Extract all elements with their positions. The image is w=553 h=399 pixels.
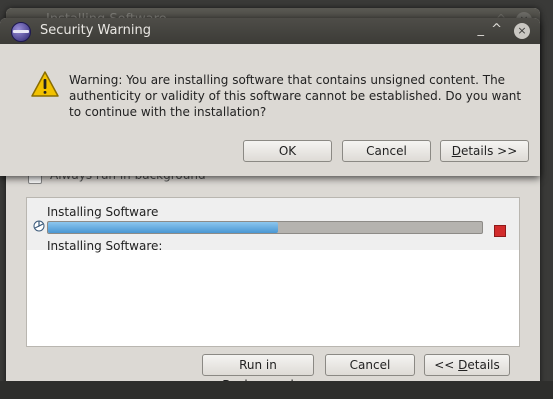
run-in-background-label-pre: Run in	[239, 358, 277, 372]
progress-panel: Installing Software Installing Software:	[26, 197, 520, 347]
stop-icon[interactable]	[494, 225, 506, 237]
dialog-title: Security Warning	[40, 23, 151, 38]
dialog-close-button[interactable]: ×	[514, 23, 530, 39]
dialog-details-label-post: etails >>	[460, 144, 518, 158]
progress-task-row: Installing Software Installing Software:	[27, 198, 519, 253]
dialog-maximize-button[interactable]: ^	[491, 22, 502, 37]
warning-triangle-icon	[31, 71, 59, 97]
dialog-details-button[interactable]: Details >>	[440, 140, 529, 162]
bg-details-button[interactable]: << Details	[424, 354, 510, 376]
dialog-cancel-button[interactable]: Cancel	[342, 140, 431, 162]
bg-details-label-pre: <<	[434, 358, 459, 372]
dialog-details-mnemonic: D	[451, 144, 461, 158]
task-title: Installing Software	[47, 205, 159, 219]
dialog-titlebar: Security Warning _ ^ ×	[0, 18, 540, 44]
eclipse-app-icon	[11, 22, 31, 42]
install-progress-fill	[48, 222, 279, 233]
spinner-icon	[33, 220, 45, 232]
task-detail: Installing Software:	[47, 239, 163, 253]
desktop-bottom-strip	[0, 381, 553, 399]
run-in-background-button[interactable]: Run in Background	[202, 354, 314, 392]
dialog-minimize-button[interactable]: _	[478, 22, 485, 37]
ok-button[interactable]: OK	[243, 140, 332, 162]
warning-message: Warning: You are installing software tha…	[69, 73, 522, 119]
install-progress-bar	[47, 221, 483, 234]
bg-cancel-button[interactable]: Cancel	[325, 354, 415, 376]
security-warning-dialog: Security Warning _ ^ × Warning: You are …	[0, 18, 540, 176]
bg-details-label-post: etails	[467, 358, 500, 372]
